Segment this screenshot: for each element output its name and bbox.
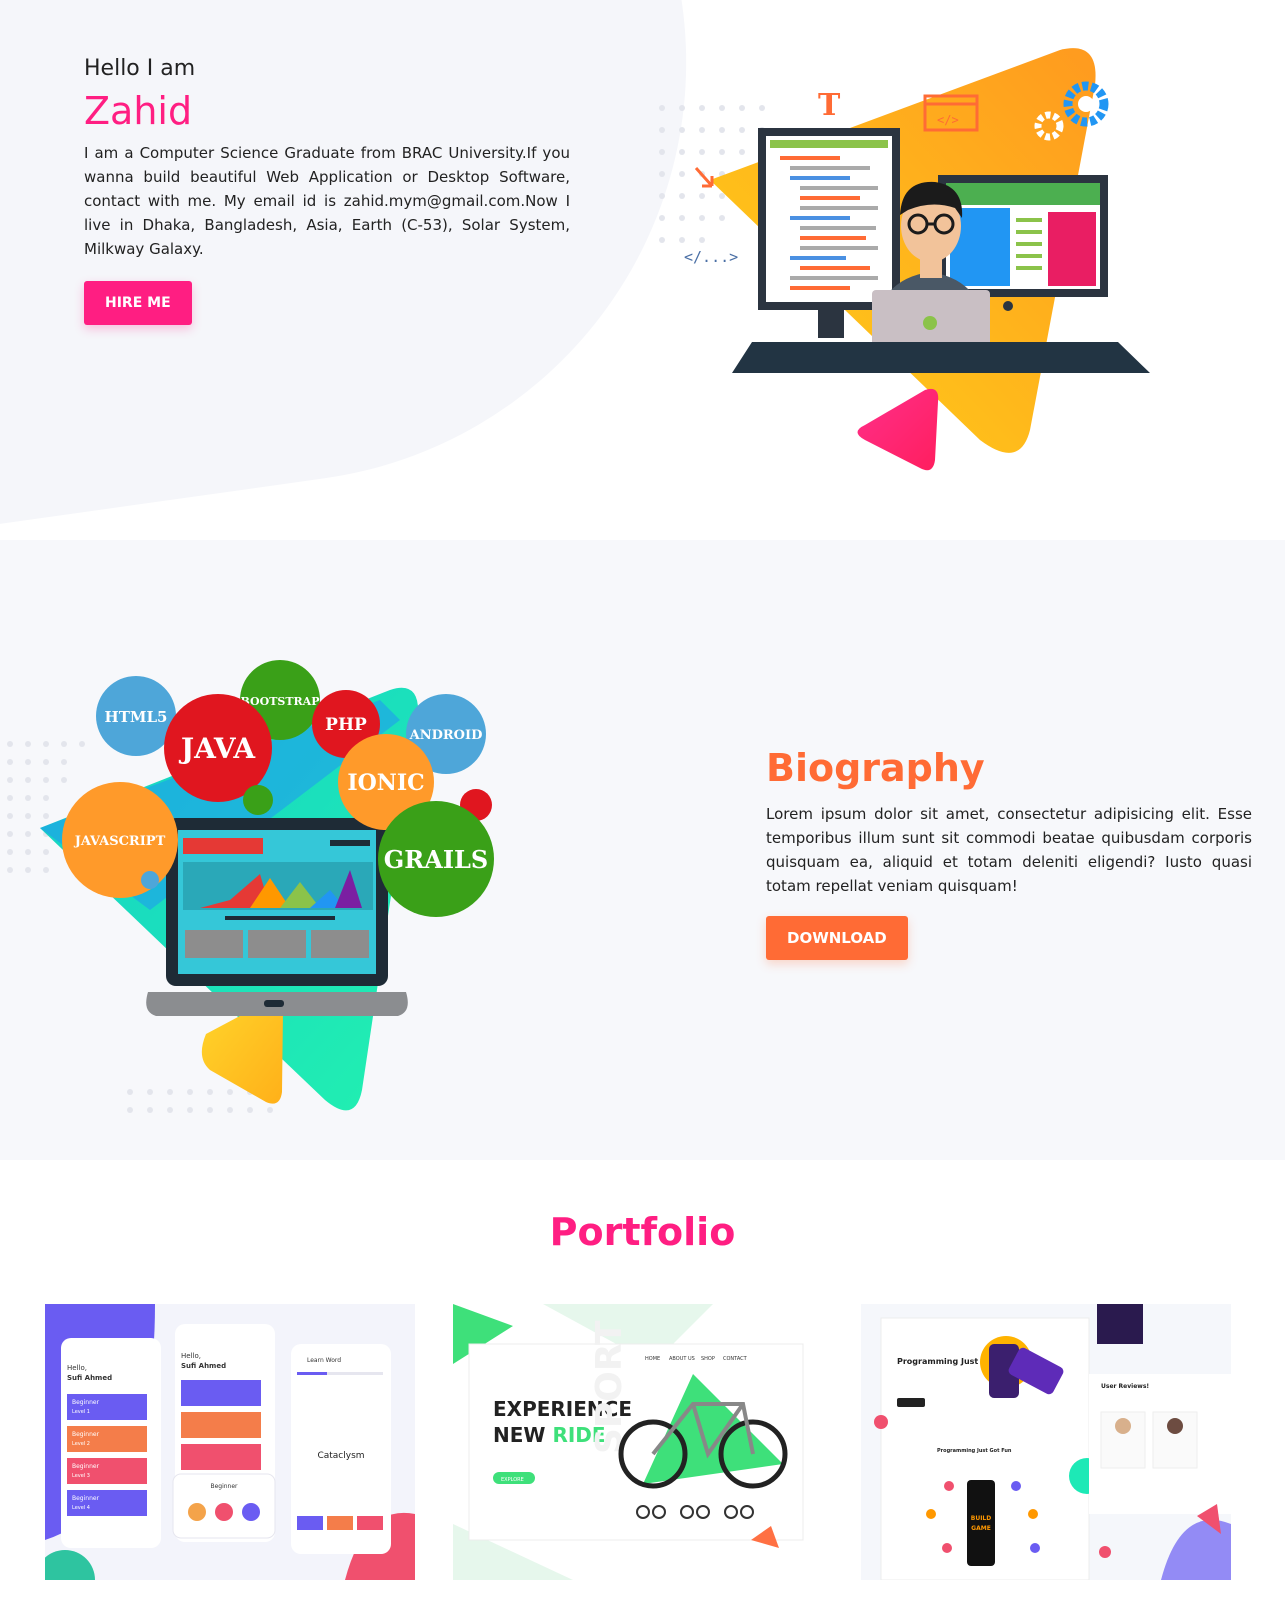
svg-text:HOME: HOME [645,1356,660,1362]
bike-site-preview: HOME ABOUT US SHOP CONTACT EXPERIENCE NE… [453,1304,804,1580]
svg-text:Level 4: Level 4 [72,1505,90,1511]
svg-text:Sufi Ahmed: Sufi Ahmed [181,1362,226,1370]
greeting: Hello I am [84,56,196,81]
developer-illustration: T </> </...> [659,48,1150,471]
svg-text:</>: </> [937,113,959,127]
svg-text:GRAILS: GRAILS [384,845,489,874]
svg-text:IONIC: IONIC [347,770,424,796]
biography-section: HTML5 BOOTSTRAP ANDROID JAVASCRIPT JAVA … [0,540,1285,1160]
portfolio-section: Portfolio Hello, Sufi Ahmed Beginner Lev… [0,1160,1285,1621]
svg-text:Level 2: Level 2 [72,1441,90,1447]
download-button[interactable]: DOWNLOAD [766,916,908,960]
code-tag-text: </...> [684,248,738,266]
programming-app-preview: Programming Just Got Fun Programming Jus… [874,1304,1231,1580]
desk [732,342,1150,373]
svg-text:JAVA: JAVA [178,732,256,765]
biography-paragraph: Lorem ipsum dolor sit amet, consectetur … [766,805,1252,895]
svg-text:PHP: PHP [325,715,367,735]
svg-text:SHOP: SHOP [701,1356,715,1362]
svg-text:JAVASCRIPT: JAVASCRIPT [74,834,166,849]
svg-text:Programming Just Got Fun: Programming Just Got Fun [937,1448,1012,1454]
svg-text:BUILD: BUILD [971,1515,992,1522]
svg-text:HTML5: HTML5 [105,708,168,726]
svg-text:ANDROID: ANDROID [409,728,483,743]
svg-text:Hello,: Hello, [181,1352,201,1360]
svg-text:Beginner: Beginner [72,1463,100,1470]
text-icon: T [818,88,841,123]
hero-section: Hello I am Zahid I am a Computer Science… [0,0,1285,540]
portfolio-title: Portfolio [549,1210,736,1254]
svg-text:Cataclysm: Cataclysm [317,1451,364,1461]
svg-text:Beginner: Beginner [72,1399,100,1406]
skill-bubble-javascript: JAVASCRIPT [62,782,178,898]
svg-text:Level 3: Level 3 [72,1473,90,1479]
svg-text:ABOUT US: ABOUT US [669,1356,695,1362]
skill-bubble-html5: HTML5 [96,676,176,756]
hire-me-button[interactable]: HIRE ME [84,281,192,325]
pink-triangle-shape [857,388,939,471]
portfolio-item-programming-app[interactable]: Programming Just Got Fun Programming Jus… [861,1304,1231,1580]
svg-text:Learn Word: Learn Word [307,1357,341,1364]
name-heading: Zahid [84,89,193,133]
svg-text:EXPLORE: EXPLORE [501,1477,524,1483]
svg-text:SPORT: SPORT [589,1320,630,1454]
arrow-icon [694,167,714,188]
intro-paragraph: I am a Computer Science Graduate from BR… [84,144,570,258]
svg-text:Hello,: Hello, [67,1364,87,1372]
biography-text: Biography Lorem ipsum dolor sit amet, co… [766,746,1252,960]
svg-text:Beginner: Beginner [210,1483,238,1490]
svg-text:User Reviews!: User Reviews! [1101,1383,1149,1390]
learning-app-preview: Hello, Sufi Ahmed Beginner Level 1 Begin… [45,1304,415,1580]
svg-text:Beginner: Beginner [72,1495,100,1502]
skills-illustration: HTML5 BOOTSTRAP ANDROID JAVASCRIPT JAVA … [7,660,494,1113]
svg-text:Beginner: Beginner [72,1431,100,1438]
skill-bubble-grails: GRAILS [378,801,494,917]
svg-text:Sufi Ahmed: Sufi Ahmed [67,1374,112,1382]
svg-text:GAME: GAME [971,1525,991,1532]
portfolio-item-bike-site[interactable]: HOME ABOUT US SHOP CONTACT EXPERIENCE NE… [453,1304,823,1580]
svg-text:BOOTSTRAP: BOOTSTRAP [241,695,320,708]
svg-text:Level 1: Level 1 [72,1409,90,1415]
hero-text: Hello I am Zahid I am a Computer Science… [84,56,570,325]
svg-text:CONTACT: CONTACT [723,1356,748,1362]
portfolio-item-learning-app[interactable]: Hello, Sufi Ahmed Beginner Level 1 Begin… [45,1304,415,1580]
biography-title: Biography [766,746,985,790]
